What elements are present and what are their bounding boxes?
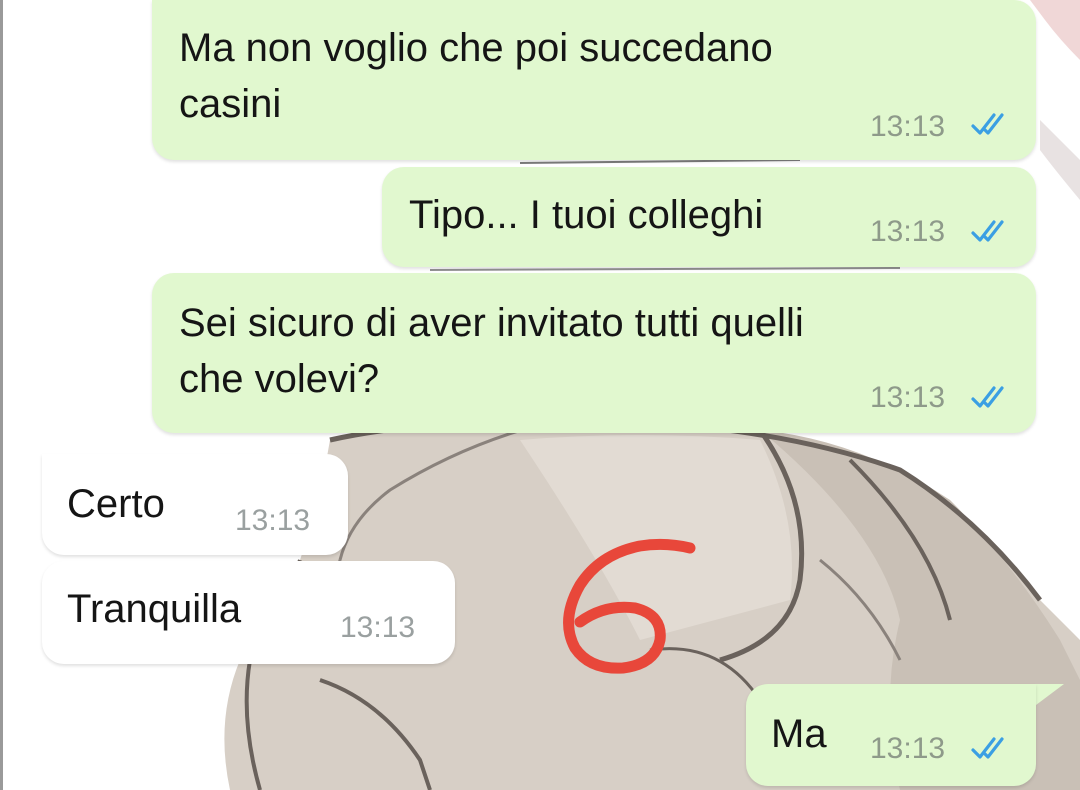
message-timestamp: 13:13: [870, 732, 946, 765]
message-bubble-outgoing[interactable]: Ma non voglio che poi succedano casini 1…: [152, 0, 1036, 160]
message-timestamp: 13:13: [870, 110, 946, 143]
message-timestamp: 13:13: [235, 504, 311, 537]
message-bubble-outgoing[interactable]: Ma 13:13: [746, 684, 1036, 786]
chat-area[interactable]: Ma non voglio che poi succedano casini 1…: [0, 0, 1080, 790]
message-bubble-outgoing[interactable]: Tipo... I tuoi colleghi 13:13: [382, 167, 1036, 267]
read-double-check-icon: [971, 113, 1004, 135]
message-timestamp: 13:13: [870, 381, 946, 414]
message-text-line: Tranquilla: [67, 587, 242, 631]
message-text-line: Ma: [771, 712, 827, 756]
message-bubble-incoming[interactable]: Tranquilla 13:13: [42, 561, 455, 664]
message-text-line: casini: [179, 82, 282, 126]
read-double-check-icon: [971, 386, 1004, 408]
read-double-check-icon: [971, 220, 1004, 242]
message-timestamp: 13:13: [870, 215, 946, 248]
message-text-line: Certo: [67, 482, 165, 526]
annotation-text: 6: [545, 530, 546, 531]
read-double-check-icon: [971, 737, 1004, 759]
message-text-line: che volevi?: [179, 357, 380, 401]
message-text-line: Tipo... I tuoi colleghi: [409, 193, 764, 237]
window-left-edge: [0, 0, 3, 790]
message-timestamp: 13:13: [340, 611, 416, 644]
message-text-line: Ma non voglio che poi succedano: [179, 26, 773, 70]
message-bubble-incoming[interactable]: Certo 13:13: [42, 454, 348, 555]
message-text-line: Sei sicuro di aver invitato tutti quelli: [179, 301, 804, 345]
message-bubble-outgoing[interactable]: Sei sicuro di aver invitato tutti quelli…: [152, 273, 1036, 433]
handwritten-number-annotation: 6: [545, 530, 696, 674]
